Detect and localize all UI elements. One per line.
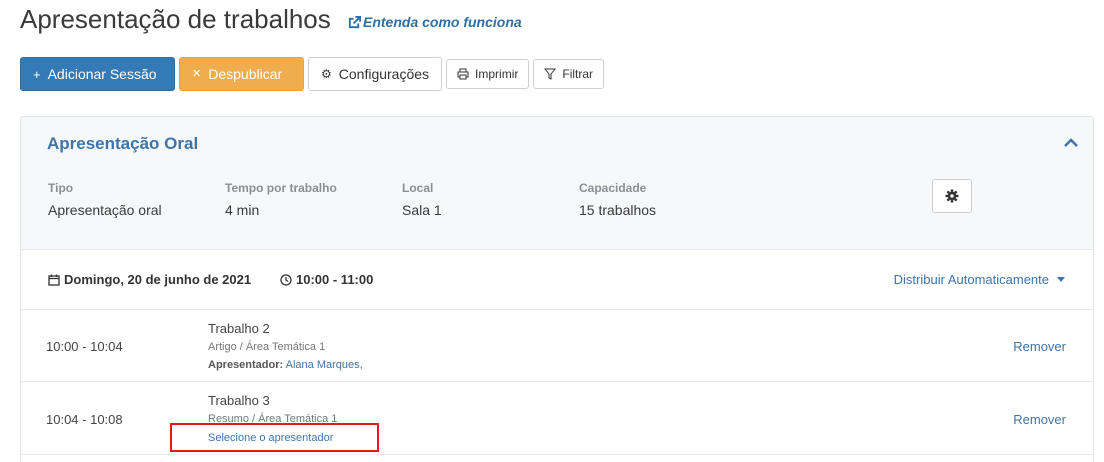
meta-location: Local Sala 1 — [402, 181, 442, 218]
session-settings-button[interactable] — [932, 179, 972, 213]
print-label: Imprimir — [475, 67, 519, 81]
session-header: Apresentação Oral Tipo Apresentação oral… — [21, 117, 1093, 250]
auto-distribute-dropdown[interactable]: Distribuir Automaticamente — [894, 272, 1065, 287]
gear-icon: ⚙ — [321, 67, 332, 81]
slot-title: Trabalho 2 — [208, 321, 270, 336]
filter-icon — [544, 68, 557, 80]
slot-row: 10:00 - 10:04 Trabalho 2 Artigo / Área T… — [21, 310, 1093, 382]
help-link[interactable]: Entenda como funciona — [348, 14, 522, 30]
presenter-label: Apresentador: — [208, 359, 284, 371]
meta-location-label: Local — [402, 181, 434, 195]
slot-title: Trabalho 3 — [208, 393, 270, 408]
meta-type-label: Tipo — [48, 181, 74, 195]
printer-icon — [457, 68, 469, 80]
clock-icon — [280, 273, 292, 286]
calendar-icon — [48, 274, 60, 286]
slot-time: 10:00 - 10:04 — [46, 339, 123, 354]
add-session-button[interactable]: + Adicionar Sessão — [20, 57, 175, 91]
meta-capacity-label: Capacidade — [579, 181, 647, 195]
highlight-box — [170, 423, 379, 452]
caret-down-icon — [1057, 277, 1065, 282]
auto-distribute-label: Distribuir Automaticamente — [893, 272, 1049, 287]
meta-location-value: Sala 1 — [402, 202, 442, 218]
day-date: Domingo, 20 de junho de 2021 — [48, 272, 251, 287]
plus-icon: + — [33, 66, 41, 82]
session-panel: Apresentação Oral Tipo Apresentação oral… — [20, 116, 1094, 462]
remove-link[interactable]: Remover — [1013, 339, 1066, 354]
print-button[interactable]: Imprimir — [446, 59, 530, 89]
day-row: Domingo, 20 de junho de 2021 10:00 - 11:… — [21, 250, 1093, 310]
filter-label: Filtrar — [562, 67, 594, 81]
meta-time-label: Tempo por trabalho — [225, 181, 337, 195]
meta-time-value: 4 min — [225, 202, 260, 218]
meta-type-value: Apresentação oral — [48, 202, 162, 218]
slot-subtitle: Artigo / Área Temática 1 — [208, 341, 326, 353]
settings-button[interactable]: ⚙ Configurações — [308, 57, 443, 91]
unpublish-label: Despublicar — [208, 66, 283, 82]
add-session-label: Adicionar Sessão — [47, 66, 157, 82]
slot-presenter: Apresentador: Alana Marques, — [208, 359, 363, 371]
meta-time-per-work: Tempo por trabalho 4 min — [225, 181, 337, 218]
unpublish-button[interactable]: ✕ Despublicar — [179, 57, 304, 91]
close-icon: ✕ — [192, 67, 202, 80]
help-link-label: Entenda como funciona — [363, 14, 522, 30]
meta-type: Tipo Apresentação oral — [48, 181, 162, 218]
filter-button[interactable]: Filtrar — [533, 59, 605, 89]
toolbar: + Adicionar Sessão ✕ Despublicar ⚙ Confi… — [20, 57, 605, 91]
meta-capacity: Capacidade 15 trabalhos — [579, 181, 656, 218]
session-title: Apresentação Oral — [47, 134, 199, 153]
external-link-icon — [348, 15, 361, 28]
settings-label: Configurações — [338, 66, 430, 82]
chevron-up-icon[interactable] — [1063, 135, 1079, 151]
remove-link[interactable]: Remover — [1013, 412, 1066, 427]
meta-capacity-value: 15 trabalhos — [579, 202, 657, 218]
presenter-name[interactable]: Alana Marques, — [286, 359, 363, 371]
slot-time: 10:04 - 10:08 — [46, 412, 123, 427]
gear-icon — [945, 189, 959, 203]
day-date-label: Domingo, 20 de junho de 2021 — [64, 272, 252, 287]
day-time: 10:00 - 11:00 — [280, 272, 373, 287]
page-title: Apresentação de trabalhos — [20, 4, 331, 34]
day-time-label: 10:00 - 11:00 — [296, 272, 374, 287]
